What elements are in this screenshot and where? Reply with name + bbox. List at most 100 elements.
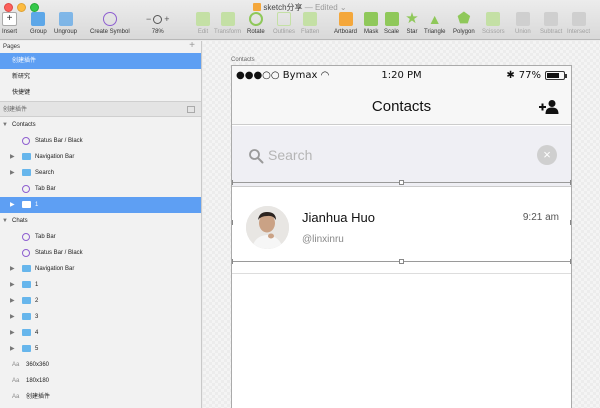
edited-status: — Edited [304, 3, 338, 12]
layer-row[interactable]: ▼ Contacts [0, 117, 201, 133]
symbol-icon [22, 185, 30, 193]
pages-title: Pages [3, 44, 21, 50]
folder-icon [22, 169, 31, 176]
flatten-button[interactable]: Flatten [301, 12, 319, 38]
create-symbol-button[interactable]: Create Symbol [90, 12, 130, 38]
group-button[interactable]: Group [30, 12, 47, 38]
triangle-button[interactable]: ▲ Triangle [424, 12, 445, 38]
artboard-button[interactable]: Artboard [334, 12, 357, 38]
disclosure-closed-icon[interactable]: ▶ [10, 165, 15, 181]
polygon-button[interactable]: ⬟ Polygon [453, 11, 475, 38]
transform-icon [220, 12, 235, 26]
layer-row[interactable]: ▶ 5 [0, 341, 201, 357]
union-label: Union [515, 29, 531, 35]
page-item[interactable]: 新研究 [0, 69, 201, 85]
layer-name: 180x180 [26, 378, 50, 384]
layer-row[interactable]: ▶ 1 [0, 197, 201, 213]
triangle-icon: ▲ [427, 11, 442, 27]
navigation-bar: Contacts [232, 87, 571, 125]
ungroup-button[interactable]: Ungroup [54, 12, 77, 38]
star-button[interactable]: ★ Star [405, 11, 419, 38]
layer-row[interactable]: ▶ Search [0, 165, 201, 181]
layer-row[interactable]: Tab Bar [0, 181, 201, 197]
battery-percent: 77% [518, 70, 541, 81]
contact-cell[interactable]: Jianhua Huo @linxinru 9:21 am [232, 188, 571, 274]
sketch-document-icon [253, 3, 262, 11]
outlines-button[interactable]: Outlines [273, 12, 295, 38]
disclosure-closed-icon[interactable]: ▶ [10, 277, 15, 293]
bluetooth-icon: ✱ [506, 70, 515, 81]
transform-label: Transform [214, 29, 242, 35]
avatar [246, 206, 289, 249]
layer-name: 1 [35, 282, 39, 288]
layers-title: 创建插件 [3, 107, 28, 113]
layer-row[interactable]: ▶ Navigation Bar [0, 261, 201, 277]
zoom-in-button[interactable]: + [164, 14, 169, 24]
disclosure-open-icon[interactable]: ▼ [2, 117, 8, 133]
layer-row[interactable]: ▶ Navigation Bar [0, 149, 201, 165]
layer-row[interactable]: ▶ 2 [0, 293, 201, 309]
folder-icon [22, 297, 31, 304]
scale-button[interactable]: Scale [384, 12, 399, 38]
battery-icon [545, 71, 567, 80]
insert-button[interactable]: + Insert [2, 12, 17, 38]
contact-handle: @linxinru [302, 234, 344, 245]
add-contact-icon[interactable] [539, 99, 559, 115]
disclosure-closed-icon[interactable]: ▶ [10, 261, 15, 277]
layer-row[interactable]: Status Bar / Black [0, 133, 201, 149]
mask-label: Mask [364, 29, 379, 35]
layer-name: 360x360 [26, 362, 50, 368]
zoom-control[interactable]: − + 78% [146, 12, 170, 38]
layer-row[interactable]: Aa 360x360 [0, 357, 201, 373]
contacts-artboard[interactable]: ●●●○○ Bymax ◠ 1:20 PM ✱ 77% Contacts Sea… [231, 65, 572, 408]
disclosure-closed-icon[interactable]: ▶ [10, 149, 15, 165]
rotate-button[interactable]: Rotate [247, 12, 265, 38]
disclosure-closed-icon[interactable]: ▶ [10, 293, 15, 309]
artboard-icon [338, 12, 353, 26]
zoom-out-button[interactable]: − [146, 14, 151, 24]
layer-name: Search [35, 170, 55, 176]
page-item[interactable]: 快捷键 [0, 85, 201, 101]
page-item[interactable]: 创建插件 [0, 53, 201, 69]
add-page-button[interactable]: + [189, 41, 195, 52]
avatar-photo [246, 206, 289, 249]
clear-search-icon[interactable]: × [537, 145, 557, 165]
subtract-label: Subtract [540, 29, 563, 35]
scissors-label: Scissors [482, 29, 505, 35]
layer-row[interactable]: Status Bar / Black [0, 245, 201, 261]
layer-row[interactable]: ▶ 3 [0, 309, 201, 325]
intersect-button[interactable]: Intersect [567, 12, 590, 38]
mask-button[interactable]: Mask [364, 12, 378, 38]
scissors-button[interactable]: Scissors [482, 12, 505, 38]
disclosure-closed-icon[interactable]: ▶ [10, 341, 15, 357]
layer-name: 4 [35, 330, 39, 336]
disclosure-closed-icon[interactable]: ▶ [10, 325, 15, 341]
canvas[interactable]: Contacts ●●●○○ Bymax ◠ 1:20 PM ✱ 77% Con… [203, 41, 600, 408]
contact-time: 9:21 am [522, 212, 559, 223]
layer-row[interactable]: Aa 创建插件 [0, 389, 201, 405]
collapse-pages-icon[interactable] [187, 106, 195, 113]
edit-label: Edit [197, 29, 209, 35]
disclosure-open-icon[interactable]: ▼ [2, 213, 8, 229]
artboard-title[interactable]: Contacts [231, 57, 255, 63]
folder-icon [22, 265, 31, 272]
layer-row[interactable]: Tab Bar [0, 229, 201, 245]
disclosure-closed-icon[interactable]: ▶ [10, 309, 15, 325]
rotate-label: Rotate [247, 29, 265, 35]
edit-button[interactable]: Edit [196, 12, 210, 38]
subtract-button[interactable]: Subtract [540, 12, 562, 38]
union-button[interactable]: Union [515, 12, 531, 38]
pages-header: Pages + [0, 41, 201, 53]
layer-row[interactable]: ▶ 1 [0, 277, 201, 293]
title-menu-chevron-icon[interactable]: ⌄ [340, 3, 347, 12]
transform-button[interactable]: Transform [214, 12, 241, 38]
ungroup-label: Ungroup [54, 29, 78, 35]
triangle-label: Triangle [424, 29, 446, 35]
search-input[interactable]: Search × [238, 138, 565, 174]
disclosure-closed-icon[interactable]: ▶ [10, 197, 15, 213]
layer-row[interactable]: ▶ 4 [0, 325, 201, 341]
layer-row[interactable]: ▼ Chats [0, 213, 201, 229]
battery-fill [547, 73, 559, 78]
layer-row[interactable]: Aa 180x180 [0, 373, 201, 389]
flatten-label: Flatten [301, 29, 320, 35]
